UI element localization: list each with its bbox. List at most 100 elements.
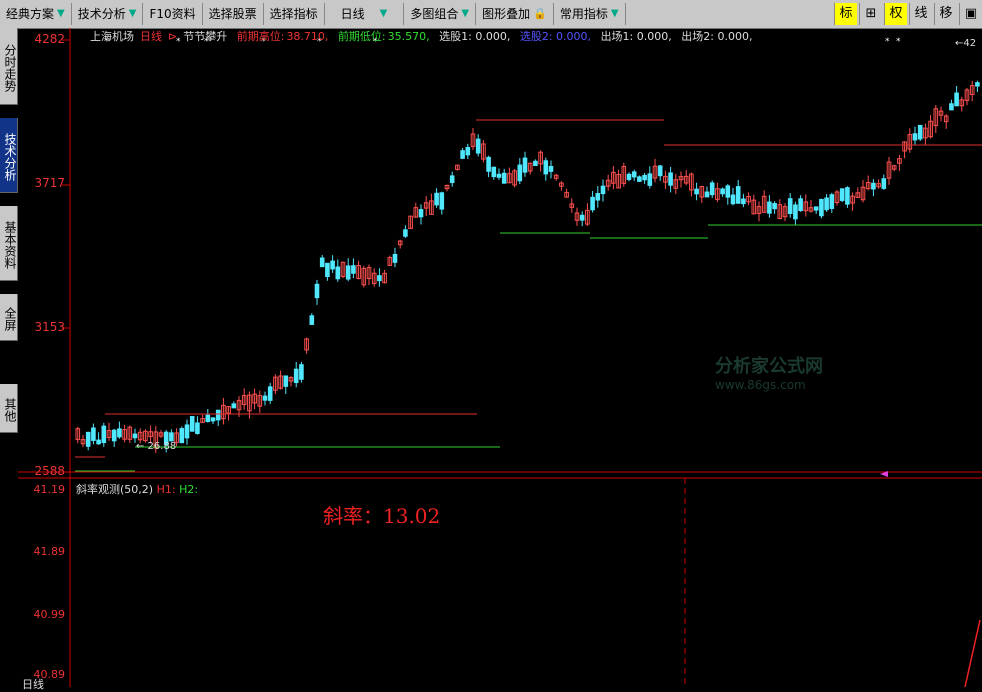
candle-body xyxy=(543,160,549,175)
candle-body xyxy=(439,192,445,210)
candle-body xyxy=(325,262,330,278)
candle-body xyxy=(309,315,315,325)
select1-value: 选股1: 0.000, xyxy=(439,30,511,43)
candle-body xyxy=(631,171,637,178)
candle-body xyxy=(600,185,606,195)
candle-body xyxy=(262,395,268,401)
candle-body xyxy=(637,176,642,182)
candle-body xyxy=(314,283,320,299)
indicator-name[interactable]: 节节攀升 xyxy=(183,30,227,43)
candle-body xyxy=(735,186,741,204)
indicator-header: 上海机场 日线 ⊳ 节节攀升 前期高位: 38.710, 前期低位: 35.570, 选股… xyxy=(90,28,758,44)
candle-body xyxy=(954,92,959,107)
candle-body xyxy=(912,133,918,141)
candle-body xyxy=(730,194,736,205)
candle-body xyxy=(626,173,632,180)
prev-high-label: 前期高位: xyxy=(236,30,285,43)
candle-body xyxy=(91,427,96,441)
candle-body xyxy=(335,266,341,280)
watermark-line1: 分析家公式网 xyxy=(715,356,823,377)
star-marker: * xyxy=(885,37,890,47)
candle-body xyxy=(725,185,731,198)
candle-body xyxy=(590,196,595,211)
slope-line xyxy=(964,619,981,687)
candle-body xyxy=(517,164,523,182)
candle-body xyxy=(195,422,200,434)
candle-body xyxy=(491,166,497,178)
candle-body xyxy=(839,188,845,201)
candle-body xyxy=(465,146,471,156)
candle-body xyxy=(949,103,954,111)
candle-body xyxy=(231,403,237,409)
candle-body xyxy=(267,386,273,401)
candle-body xyxy=(210,417,216,422)
stock-name: 上海机场 xyxy=(90,30,134,43)
candle-body xyxy=(798,198,803,212)
candle-body xyxy=(793,204,798,220)
candle-body xyxy=(330,260,335,270)
star-marker: * xyxy=(896,37,901,47)
candle-body xyxy=(772,203,777,210)
candle-body xyxy=(403,229,408,237)
candle-body xyxy=(418,209,424,218)
candle-body xyxy=(283,375,289,387)
ind-tick-1: 41.19 xyxy=(33,483,66,496)
price-tick-3: 3153 xyxy=(34,320,65,334)
candle-body xyxy=(460,150,465,159)
h1-label: H1: xyxy=(156,483,176,496)
candle-body xyxy=(881,178,887,189)
candle-body xyxy=(184,424,190,439)
exit2-value: 出场2: 0.000, xyxy=(681,30,753,43)
candle-body xyxy=(642,174,647,181)
candle-body xyxy=(486,156,491,172)
candle-body xyxy=(179,428,185,444)
indicator-title[interactable]: 斜率观测(50,2) xyxy=(76,483,153,496)
candle-body xyxy=(704,191,710,198)
bottom-period-label: 日线 xyxy=(22,678,44,691)
candle-body xyxy=(767,201,772,214)
candle-body xyxy=(85,431,91,447)
candle-body xyxy=(434,192,439,206)
price-tick-bottom: 2588 xyxy=(34,464,65,478)
candle-body xyxy=(829,194,835,209)
candle-body xyxy=(824,197,829,211)
candle-body xyxy=(720,188,725,195)
candle-body xyxy=(657,165,663,177)
candle-body xyxy=(871,182,876,190)
candle-body xyxy=(522,157,528,173)
price-tick-2: 3717 xyxy=(34,176,65,190)
select2-value: 选股2: 0.000, xyxy=(519,30,592,43)
candle-body xyxy=(548,165,554,172)
exit1-value: 出场1: 0.000, xyxy=(600,30,672,43)
high-marker: ←42 xyxy=(955,38,977,49)
price-axis: 4282 3717 3153 2588 41.19 41.89 40.99 40… xyxy=(18,28,69,687)
candle-body xyxy=(96,439,101,445)
candle-body xyxy=(496,173,502,178)
ind-tick-2: 41.89 xyxy=(33,545,66,558)
candle-body xyxy=(813,206,819,211)
ind-tick-3: 40.99 xyxy=(33,608,66,621)
candle-body xyxy=(501,172,507,184)
candle-body xyxy=(299,364,304,380)
candle-body xyxy=(117,428,122,438)
candle-body xyxy=(293,368,299,384)
candle-body xyxy=(101,425,107,444)
candle-body xyxy=(189,416,195,432)
low-marker: ← 26.88 xyxy=(136,441,177,452)
candle-body xyxy=(319,257,325,268)
candle-body xyxy=(579,214,585,221)
candle-body xyxy=(595,193,601,201)
prev-low-label: 前期低位: xyxy=(337,30,386,43)
candle-body xyxy=(205,414,211,422)
candle-body xyxy=(709,182,715,196)
watermark-line2: www.86gs.com xyxy=(715,378,806,392)
candle-body xyxy=(975,82,980,87)
candle-body xyxy=(345,265,351,280)
candle-body xyxy=(787,198,793,214)
candle-body xyxy=(132,433,138,439)
candle-body xyxy=(668,172,673,186)
kline-chart[interactable]: * * * * * * * * xyxy=(0,0,982,687)
candles xyxy=(75,80,980,454)
candle-body xyxy=(392,253,398,263)
slope-readout: 斜率：13.02 xyxy=(323,504,441,528)
